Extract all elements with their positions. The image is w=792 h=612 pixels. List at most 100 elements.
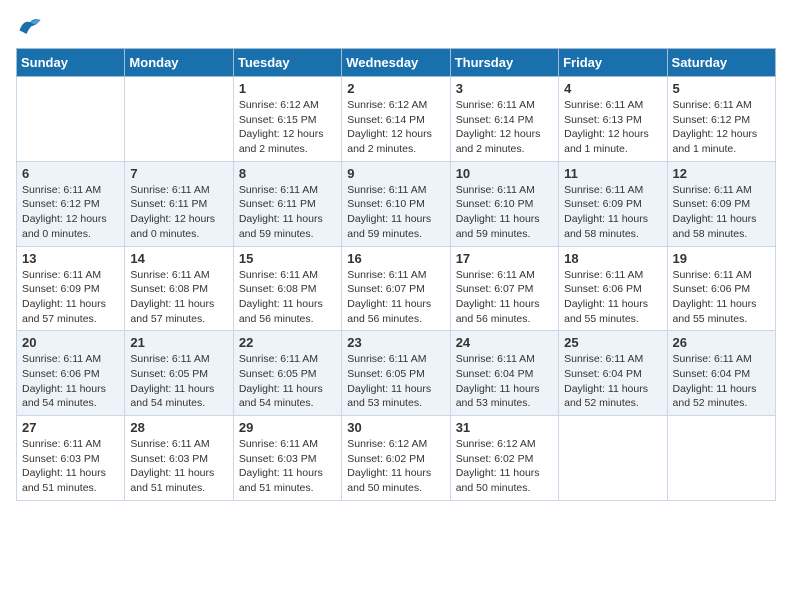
day-number: 25 <box>564 335 661 350</box>
day-number: 12 <box>673 166 770 181</box>
calendar-cell: 29 Sunrise: 6:11 AM Sunset: 6:03 PM Dayli… <box>233 416 341 501</box>
calendar-cell: 7Sunrise: 6:11 AM Sunset: 6:11 PM Daylig… <box>125 161 233 246</box>
calendar-cell: 14 Sunrise: 6:11 AM Sunset: 6:08 PM Dayli… <box>125 246 233 331</box>
calendar-cell: 23 Sunrise: 6:11 AM Sunset: 6:05 PM Dayli… <box>342 331 450 416</box>
calendar-week-2: 13 Sunrise: 6:11 AM Sunset: 6:09 PM Dayli… <box>17 246 776 331</box>
day-number: 1 <box>239 81 336 96</box>
cell-content: Sunrise: 6:11 AM Sunset: 6:10 PM Dayligh… <box>456 183 553 242</box>
day-number: 29 <box>239 420 336 435</box>
cell-content: Sunrise: 6:11 AM Sunset: 6:09 PM Dayligh… <box>673 183 770 242</box>
day-number: 8 <box>239 166 336 181</box>
day-number: 22 <box>239 335 336 350</box>
calendar-table: SundayMondayTuesdayWednesdayThursdayFrid… <box>16 48 776 501</box>
cell-content: Sunrise: 6:11 AM Sunset: 6:14 PM Dayligh… <box>456 98 553 157</box>
day-header-wednesday: Wednesday <box>342 49 450 77</box>
day-number: 26 <box>673 335 770 350</box>
day-header-thursday: Thursday <box>450 49 558 77</box>
calendar-cell: 6 Sunrise: 6:11 AM Sunset: 6:12 PM Daylig… <box>17 161 125 246</box>
calendar-cell <box>17 77 125 162</box>
calendar-cell: 31 Sunrise: 6:12 AM Sunset: 6:02 PM Dayli… <box>450 416 558 501</box>
calendar-cell <box>667 416 775 501</box>
calendar-cell <box>125 77 233 162</box>
cell-content: Sunrise: 6:11 AM Sunset: 6:09 PM Dayligh… <box>22 268 119 327</box>
calendar-cell: 18Sunrise: 6:11 AM Sunset: 6:06 PM Dayli… <box>559 246 667 331</box>
cell-content: Sunrise: 6:11 AM Sunset: 6:04 PM Dayligh… <box>564 352 661 411</box>
cell-content: Sunrise: 6:12 AM Sunset: 6:02 PM Dayligh… <box>347 437 444 496</box>
day-number: 19 <box>673 251 770 266</box>
calendar-cell: 1 Sunrise: 6:12 AM Sunset: 6:15 PM Daylig… <box>233 77 341 162</box>
cell-content: Sunrise: 6:11 AM Sunset: 6:07 PM Dayligh… <box>347 268 444 327</box>
calendar-cell: 30 Sunrise: 6:12 AM Sunset: 6:02 PM Dayli… <box>342 416 450 501</box>
calendar-week-3: 20 Sunrise: 6:11 AM Sunset: 6:06 PM Dayli… <box>17 331 776 416</box>
cell-content: Sunrise: 6:11 AM Sunset: 6:09 PM Dayligh… <box>564 183 661 242</box>
logo <box>16 16 48 38</box>
day-number: 6 <box>22 166 119 181</box>
cell-content: Sunrise: 6:11 AM Sunset: 6:05 PM Dayligh… <box>130 352 227 411</box>
day-number: 30 <box>347 420 444 435</box>
calendar-cell <box>559 416 667 501</box>
cell-content: Sunrise: 6:11 AM Sunset: 6:05 PM Dayligh… <box>239 352 336 411</box>
day-header-friday: Friday <box>559 49 667 77</box>
calendar-cell: 16 Sunrise: 6:11 AM Sunset: 6:07 PM Dayli… <box>342 246 450 331</box>
day-number: 24 <box>456 335 553 350</box>
day-number: 13 <box>22 251 119 266</box>
calendar-cell: 5 Sunrise: 6:11 AM Sunset: 6:12 PM Daylig… <box>667 77 775 162</box>
cell-content: Sunrise: 6:12 AM Sunset: 6:02 PM Dayligh… <box>456 437 553 496</box>
cell-content: Sunrise: 6:11 AM Sunset: 6:11 PM Dayligh… <box>239 183 336 242</box>
cell-content: Sunrise: 6:11 AM Sunset: 6:03 PM Dayligh… <box>22 437 119 496</box>
day-number: 16 <box>347 251 444 266</box>
cell-content: Sunrise: 6:11 AM Sunset: 6:05 PM Dayligh… <box>347 352 444 411</box>
cell-content: Sunrise: 6:11 AM Sunset: 6:10 PM Dayligh… <box>347 183 444 242</box>
calendar-cell: 3 Sunrise: 6:11 AM Sunset: 6:14 PM Daylig… <box>450 77 558 162</box>
day-number: 28 <box>130 420 227 435</box>
calendar-cell: 2Sunrise: 6:12 AM Sunset: 6:14 PM Daylig… <box>342 77 450 162</box>
cell-content: Sunrise: 6:11 AM Sunset: 6:03 PM Dayligh… <box>239 437 336 496</box>
page-header <box>16 16 776 38</box>
cell-content: Sunrise: 6:11 AM Sunset: 6:13 PM Dayligh… <box>564 98 661 157</box>
day-number: 3 <box>456 81 553 96</box>
day-number: 11 <box>564 166 661 181</box>
cell-content: Sunrise: 6:12 AM Sunset: 6:15 PM Dayligh… <box>239 98 336 157</box>
calendar-cell: 8 Sunrise: 6:11 AM Sunset: 6:11 PM Daylig… <box>233 161 341 246</box>
calendar-cell: 17 Sunrise: 6:11 AM Sunset: 6:07 PM Dayli… <box>450 246 558 331</box>
day-number: 4 <box>564 81 661 96</box>
calendar-cell: 9 Sunrise: 6:11 AM Sunset: 6:10 PM Daylig… <box>342 161 450 246</box>
day-number: 15 <box>239 251 336 266</box>
day-number: 27 <box>22 420 119 435</box>
cell-content: Sunrise: 6:11 AM Sunset: 6:08 PM Dayligh… <box>130 268 227 327</box>
day-number: 20 <box>22 335 119 350</box>
cell-content: Sunrise: 6:11 AM Sunset: 6:07 PM Dayligh… <box>456 268 553 327</box>
calendar-cell: 25 Sunrise: 6:11 AM Sunset: 6:04 PM Dayli… <box>559 331 667 416</box>
day-number: 5 <box>673 81 770 96</box>
cell-content: Sunrise: 6:11 AM Sunset: 6:06 PM Dayligh… <box>22 352 119 411</box>
calendar-cell: 20 Sunrise: 6:11 AM Sunset: 6:06 PM Dayli… <box>17 331 125 416</box>
calendar-cell: 15 Sunrise: 6:11 AM Sunset: 6:08 PM Dayli… <box>233 246 341 331</box>
day-header-tuesday: Tuesday <box>233 49 341 77</box>
cell-content: Sunrise: 6:11 AM Sunset: 6:04 PM Dayligh… <box>673 352 770 411</box>
cell-content: Sunrise: 6:11 AM Sunset: 6:08 PM Dayligh… <box>239 268 336 327</box>
day-number: 31 <box>456 420 553 435</box>
logo-bird-icon <box>16 16 44 38</box>
day-number: 9 <box>347 166 444 181</box>
calendar-week-1: 6 Sunrise: 6:11 AM Sunset: 6:12 PM Daylig… <box>17 161 776 246</box>
day-number: 21 <box>130 335 227 350</box>
cell-content: Sunrise: 6:11 AM Sunset: 6:06 PM Dayligh… <box>673 268 770 327</box>
day-number: 7 <box>130 166 227 181</box>
calendar-week-0: 1 Sunrise: 6:12 AM Sunset: 6:15 PM Daylig… <box>17 77 776 162</box>
day-number: 10 <box>456 166 553 181</box>
day-number: 17 <box>456 251 553 266</box>
calendar-cell: 28 Sunrise: 6:11 AM Sunset: 6:03 PM Dayli… <box>125 416 233 501</box>
calendar-week-4: 27 Sunrise: 6:11 AM Sunset: 6:03 PM Dayli… <box>17 416 776 501</box>
day-number: 14 <box>130 251 227 266</box>
day-header-saturday: Saturday <box>667 49 775 77</box>
cell-content: Sunrise: 6:11 AM Sunset: 6:04 PM Dayligh… <box>456 352 553 411</box>
day-number: 23 <box>347 335 444 350</box>
cell-content: Sunrise: 6:11 AM Sunset: 6:12 PM Dayligh… <box>22 183 119 242</box>
calendar-cell: 12 Sunrise: 6:11 AM Sunset: 6:09 PM Dayli… <box>667 161 775 246</box>
calendar-cell: 27 Sunrise: 6:11 AM Sunset: 6:03 PM Dayli… <box>17 416 125 501</box>
calendar-cell: 26 Sunrise: 6:11 AM Sunset: 6:04 PM Dayli… <box>667 331 775 416</box>
calendar-cell: 13 Sunrise: 6:11 AM Sunset: 6:09 PM Dayli… <box>17 246 125 331</box>
cell-content: Sunrise: 6:11 AM Sunset: 6:03 PM Dayligh… <box>130 437 227 496</box>
day-header-sunday: Sunday <box>17 49 125 77</box>
cell-content: Sunrise: 6:11 AM Sunset: 6:12 PM Dayligh… <box>673 98 770 157</box>
